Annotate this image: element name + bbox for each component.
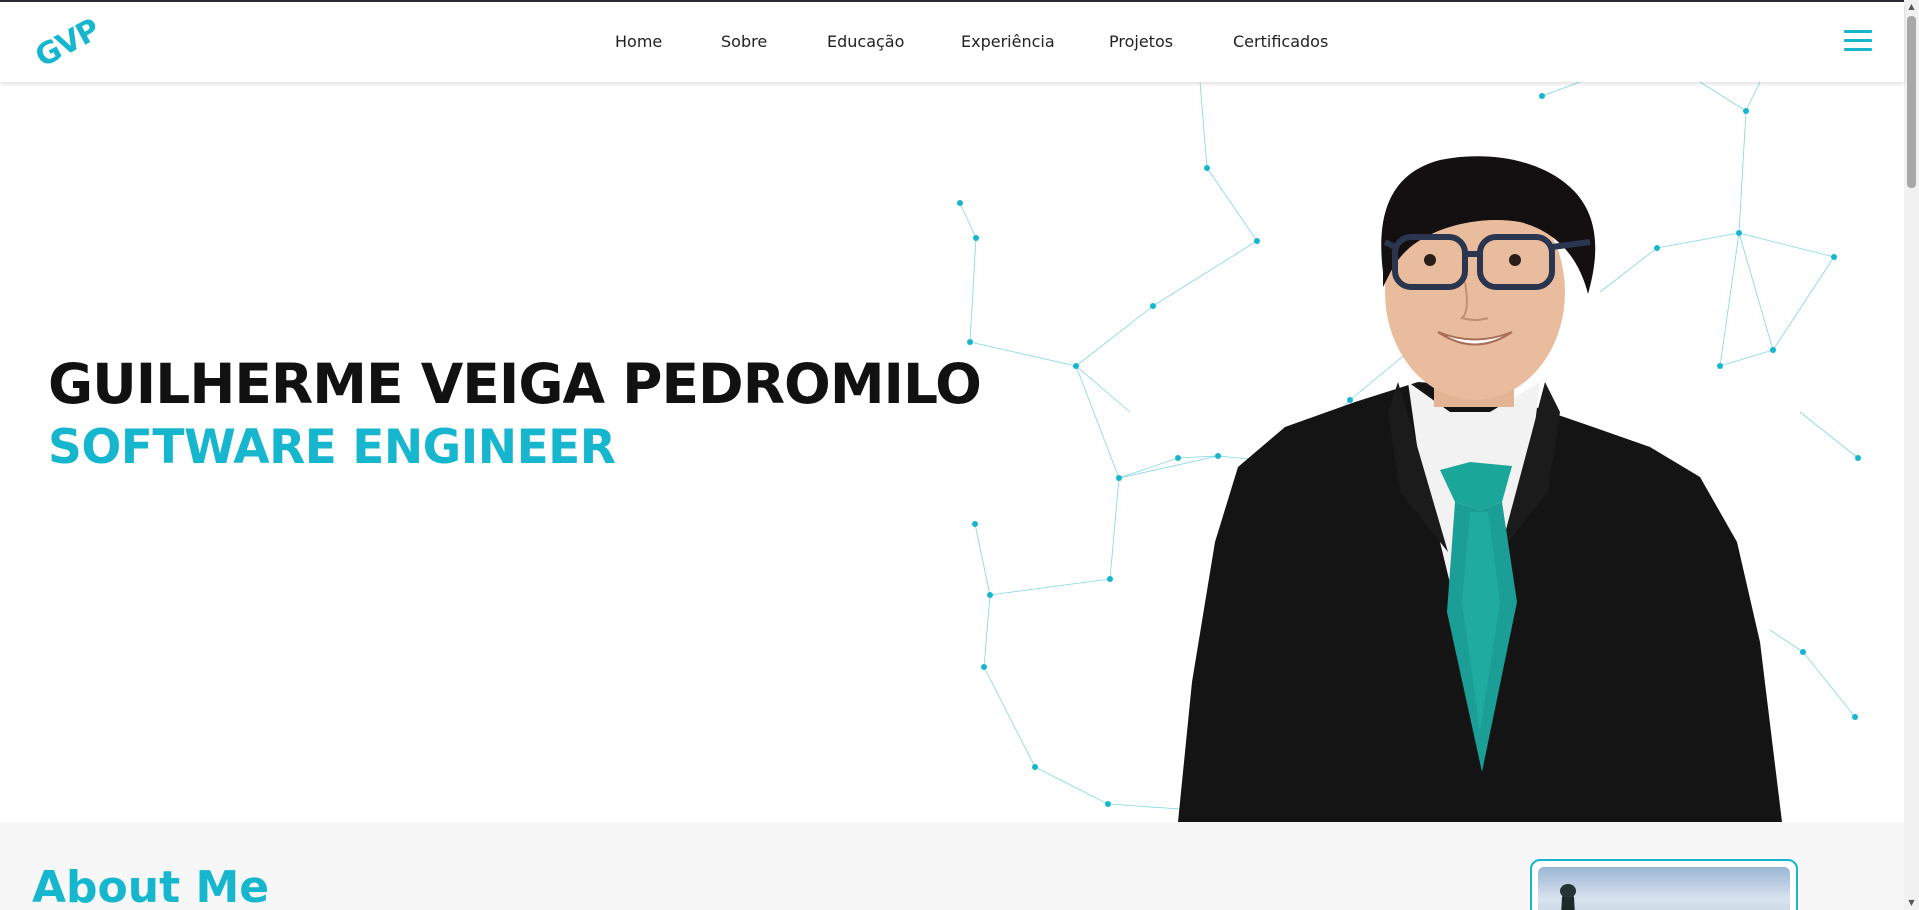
scroll-up-arrow-icon[interactable]: ▲ (1907, 2, 1916, 12)
hamburger-bar (1844, 39, 1872, 42)
navbar: GVP Home Sobre Educação Experiência Proj… (0, 2, 1904, 82)
main-nav: Home Sobre Educação Experiência Projetos… (0, 2, 1904, 82)
profile-portrait (1178, 156, 1782, 822)
hamburger-bar (1844, 48, 1872, 51)
scroll-down-arrow-icon[interactable]: ▼ (1907, 898, 1916, 908)
nav-link-certificados[interactable]: Certificados (1233, 32, 1328, 51)
nav-link-projetos[interactable]: Projetos (1109, 32, 1173, 51)
hamburger-icon[interactable] (1844, 30, 1872, 54)
nav-link-home[interactable]: Home (615, 32, 662, 51)
hamburger-bar (1844, 30, 1872, 33)
about-photo-landscape (1560, 884, 1576, 910)
about-section: About Me (0, 822, 1904, 910)
nav-link-experiencia[interactable]: Experiência (961, 32, 1055, 51)
about-photo (1538, 867, 1790, 910)
vertical-scrollbar[interactable]: ▲ ▼ (1904, 0, 1919, 910)
about-photo-frame (1530, 859, 1798, 910)
nav-link-sobre[interactable]: Sobre (721, 32, 767, 51)
scroll-thumb[interactable] (1907, 16, 1916, 188)
hero-section: GUILHERME VEIGA PEDROMILO SOFTWARE ENGIN… (0, 82, 1904, 822)
nav-link-educacao[interactable]: Educação (827, 32, 904, 51)
about-title: About Me (32, 862, 270, 910)
